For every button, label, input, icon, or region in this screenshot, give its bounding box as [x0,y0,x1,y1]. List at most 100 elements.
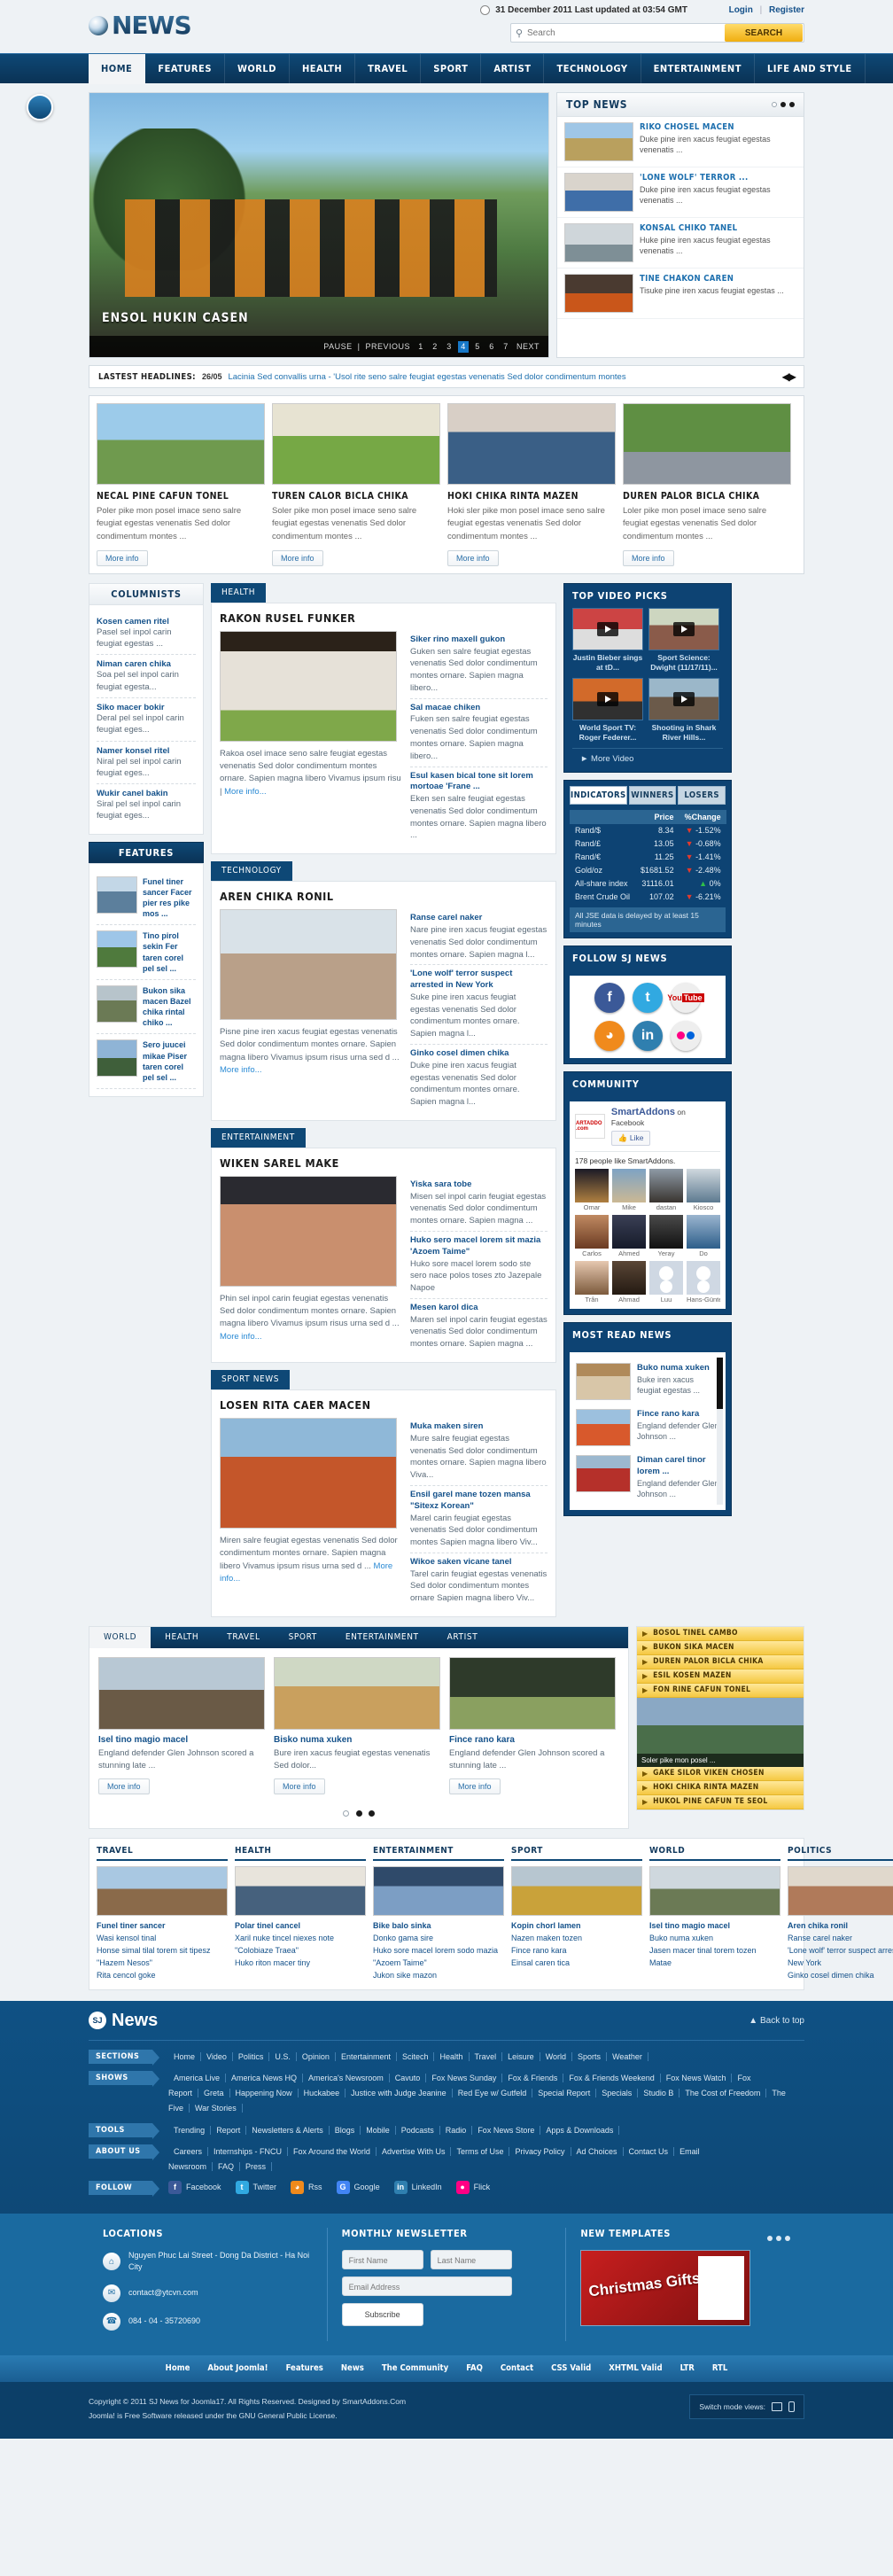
section-item-title[interactable]: Muka maken siren [410,1421,547,1433]
footer-link[interactable]: Huckabee [298,2089,346,2098]
search-button[interactable]: SEARCH [725,24,803,42]
low-tab-sport[interactable]: SPORT [275,1627,331,1648]
columnist-name[interactable]: Namer konsel ritel [97,746,196,756]
entertainment-more-link[interactable]: More info... [220,1332,262,1342]
card-more-button[interactable]: More info [623,549,674,566]
strip-link[interactable]: Buko numa xuken [649,1933,780,1945]
low-dot-1[interactable] [343,1810,350,1817]
like-button[interactable]: 👍 Like [610,1130,651,1146]
section-item-title[interactable]: Ranse carel naker [410,913,547,924]
footer-link[interactable]: Cavuto [389,2074,427,2083]
nav-item-artist[interactable]: ARTIST [481,54,545,84]
low-dot-3[interactable] [368,1810,375,1817]
hero-page-2[interactable]: 2 [430,341,440,353]
tab-health[interactable]: HEALTH [211,582,267,603]
yellow-list-item[interactable]: ▶ ESIL KOSEN MAZEN [637,1669,804,1684]
footer-link[interactable]: Special Report [532,2089,597,2098]
footer-link[interactable]: Scitech [396,2052,435,2062]
entertainment-headline[interactable]: WIKEN SAREL MAKE [220,1156,547,1170]
footer-link[interactable]: The Cost of Freedom [679,2089,767,2098]
section-list-item[interactable]: Siker rino maxell gukon Guken sen salre f… [410,631,547,699]
section-item-title[interactable]: Ensil garel mane tozen mansa "Sitexz Kor… [410,1490,547,1513]
top-news-item-title[interactable]: TINE CHAKON CAREN [640,274,784,284]
low-tab-health[interactable]: HEALTH [151,1627,213,1648]
low-card-more-button[interactable]: More info [449,1778,501,1795]
yellow-list-item[interactable]: ▶ HUKOL PINE CAFUN TE SEOL [637,1794,804,1809]
sport-headline[interactable]: LOSEN RITA CAER MACEN [220,1398,547,1412]
card-title[interactable]: HOKI CHIKA RINTA MAZEN [447,491,616,502]
most-read-item[interactable]: Diman carel tinor lorem ... England defen… [576,1451,719,1504]
nav-item-technology[interactable]: TECHNOLOGY [544,54,641,84]
section-item-title[interactable]: Esul kasen bical tone sit lorem mortoae … [410,771,547,794]
nav-item-travel[interactable]: TRAVEL [355,54,422,84]
feature-list-item[interactable]: Bukon sika macen Bazel chika rintal chik… [97,980,196,1035]
footer-link[interactable]: Happening Now [229,2089,299,2098]
most-read-item-title[interactable]: Buko numa xuken [637,1363,719,1374]
footer-nav-link[interactable]: About Joomla! [207,2363,268,2373]
twitter-icon[interactable]: t [633,982,663,1013]
footer-link[interactable]: Specials [596,2089,639,2098]
login-link[interactable]: Login [729,5,753,15]
yellow-list-item[interactable]: ▶ HOKI CHIKA RINTA MAZEN [637,1780,804,1795]
play-icon[interactable] [673,621,695,636]
top-news-item-title[interactable]: 'LONE WOLF' TERROR ... [640,173,796,183]
back-to-top-link[interactable]: ▲ Back to top [749,2016,804,2026]
section-list-item[interactable]: Sal macae chiken Fuken sen salre feugiat … [410,699,547,767]
pager-dot-1[interactable] [772,102,777,107]
section-item-title[interactable]: Siker rino maxell gukon [410,634,547,646]
low-dot-2[interactable] [355,1810,362,1817]
footer-link[interactable]: Advertise With Us [376,2146,452,2156]
hero-next-button[interactable]: NEXT [516,342,540,351]
section-list-item[interactable]: Ensil garel mane tozen mansa "Sitexz Kor… [410,1486,547,1553]
footer-link[interactable]: Newsletters & Alerts [246,2125,330,2135]
low-card-more-button[interactable]: More info [98,1778,150,1795]
feature-list-item[interactable]: Tino pirol sekin Fer taren corel pel sel… [97,925,196,980]
strip-link[interactable]: Wasi kensol tinal [97,1933,228,1945]
hero-slider[interactable]: ENSOL HUKIN CASEN PAUSE | PREVIOUS 12345… [89,92,549,358]
templates-pager[interactable] [767,2236,791,2242]
footer-link[interactable]: Video [201,2052,233,2062]
low-tab-travel[interactable]: TRAVEL [213,1627,274,1648]
strip-link[interactable]: Bike balo sinka [373,1920,504,1933]
section-list-item[interactable]: Ginko cosel dimen chika Duke pine iren xa… [410,1045,547,1112]
strip-link[interactable]: 'Lone wolf' terror suspect arrested in N… [788,1945,893,1970]
footer-link[interactable]: Blogs [329,2125,361,2135]
video-item[interactable]: Shooting in Shark River Hills... [648,677,719,743]
card-title[interactable]: TUREN CALOR BICLA CHIKA [272,491,440,502]
low-tab-artist[interactable]: ARTIST [433,1627,493,1648]
section-item-title[interactable]: Ginko cosel dimen chika [410,1048,547,1060]
footer-link[interactable]: America Live [168,2074,227,2083]
ticker-text[interactable]: Lacinia Sed convallis urna - 'Usol rite … [228,372,775,382]
mobile-icon[interactable] [788,2401,795,2412]
section-list-item[interactable]: Mesen karol dica Maren sel inpol carin fe… [410,1299,547,1354]
section-item-title[interactable]: Yiska sara tobe [410,1179,547,1191]
hero-pause-button[interactable]: PAUSE [323,342,352,351]
nav-item-home[interactable]: HOME [89,54,146,84]
columnist-item[interactable]: Kosen camen ritel Pasel sel inpol carin f… [97,612,196,656]
technology-more-link[interactable]: More info... [220,1065,262,1075]
pager-dot-2[interactable] [780,102,786,107]
footer-link[interactable]: Greta [198,2089,230,2098]
columnist-item[interactable]: Niman caren chika Soa pel sel inpol carin… [97,655,196,698]
tab-sport[interactable]: SPORT NEWS [211,1370,291,1389]
strip-link[interactable]: Einsal caren tica [511,1957,642,1970]
footer-link[interactable]: Health [434,2052,470,2062]
video-item[interactable]: World Sport TV: Roger Federer... [572,677,643,743]
section-list-item[interactable]: Wikoe saken vicane tanel Tarel carin feug… [410,1553,547,1608]
top-news-item-title[interactable]: RIKO CHOSEL MACEN [640,122,796,132]
stocks-tab-winners[interactable]: WINNERS [628,785,677,805]
footer-link[interactable]: America's Newsroom [303,2074,390,2083]
footer-link[interactable]: Report [211,2125,247,2135]
feature-text[interactable]: Funel tiner sancer Facer pier res pike m… [143,876,196,920]
strip-link[interactable]: Huko riton macer tiny [235,1957,366,1970]
low-tab-entertainment[interactable]: ENTERTAINMENT [331,1627,433,1648]
section-list-item[interactable]: 'Lone wolf' terror suspect arrested in N… [410,965,547,1045]
hero-page-6[interactable]: 6 [486,341,497,353]
top-news-item[interactable]: 'LONE WOLF' TERROR ... Duke pine iren xac… [557,167,804,218]
community-face[interactable]: Trân [575,1260,609,1304]
feature-list-item[interactable]: Sero juucei mikae Piser taren corel pel … [97,1034,196,1089]
templates-dot-2[interactable] [776,2236,782,2242]
footer-link[interactable]: Fox News Store [472,2125,541,2135]
strip-link[interactable]: Honse simal tilal torem sit tipesz "Haze… [97,1945,228,1970]
columnist-item[interactable]: Namer konsel ritel Niral pel sel inpol ca… [97,742,196,785]
